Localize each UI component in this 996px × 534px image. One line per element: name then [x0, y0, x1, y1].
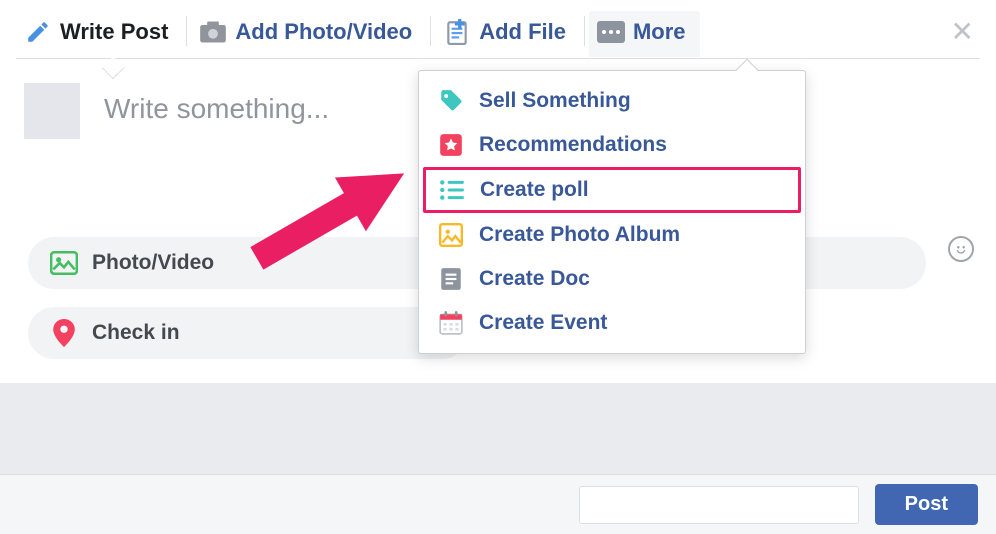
pill-label: Photo/Video	[92, 251, 214, 275]
tab-write-post[interactable]: Write Post	[16, 10, 182, 58]
pill-label: Check in	[92, 321, 180, 345]
dd-label: Sell Something	[479, 89, 631, 113]
dd-label: Recommendations	[479, 133, 667, 157]
composer-tabs: Write Post Add Photo/Video Add File	[0, 0, 996, 58]
calendar-icon	[437, 309, 465, 337]
location-pin-icon	[50, 319, 78, 347]
dd-recommendations[interactable]: Recommendations	[419, 123, 805, 167]
avatar	[24, 83, 80, 139]
dd-create-poll[interactable]: Create poll	[423, 167, 801, 213]
dd-create-event[interactable]: Create Event	[419, 301, 805, 345]
dd-create-photo-album[interactable]: Create Photo Album	[419, 213, 805, 257]
audience-selector[interactable]	[579, 486, 859, 524]
tab-add-file[interactable]: Add File	[435, 10, 580, 58]
tab-separator	[584, 16, 585, 46]
composer-footer: Post	[0, 474, 996, 534]
tab-separator	[430, 16, 431, 46]
emoji-picker-icon[interactable]	[948, 236, 974, 262]
pill-photo-video[interactable]: Photo/Video	[28, 237, 468, 289]
star-badge-icon	[437, 131, 465, 159]
post-button[interactable]: Post	[875, 484, 978, 525]
tab-separator	[186, 16, 187, 46]
tab-label: Add Photo/Video	[235, 19, 412, 45]
ellipsis-icon	[597, 21, 625, 43]
file-plus-icon	[443, 18, 471, 46]
dd-create-doc[interactable]: Create Doc	[419, 257, 805, 301]
tab-label: Add File	[479, 19, 566, 45]
camera-icon	[199, 18, 227, 46]
dd-label: Create Photo Album	[479, 223, 680, 247]
doc-icon	[437, 265, 465, 293]
tab-label: More	[633, 19, 686, 45]
dd-label: Create Doc	[479, 267, 590, 291]
photo-icon	[50, 249, 78, 277]
list-icon	[438, 176, 466, 204]
dd-sell-something[interactable]: Sell Something	[419, 79, 805, 123]
more-dropdown: Sell Something Recommendations Create po…	[418, 70, 806, 354]
dd-label: Create Event	[479, 311, 607, 335]
close-icon[interactable]: ✕	[951, 18, 974, 46]
tab-label: Write Post	[60, 19, 168, 45]
tag-icon	[437, 87, 465, 115]
album-icon	[437, 221, 465, 249]
tab-more[interactable]: More	[589, 11, 700, 57]
dd-label: Create poll	[480, 178, 589, 202]
tab-add-photo-video[interactable]: Add Photo/Video	[191, 10, 426, 58]
pencil-icon	[24, 18, 52, 46]
pill-check-in[interactable]: Check in	[28, 307, 468, 359]
composer-dialog: Write Post Add Photo/Video Add File	[0, 0, 996, 534]
